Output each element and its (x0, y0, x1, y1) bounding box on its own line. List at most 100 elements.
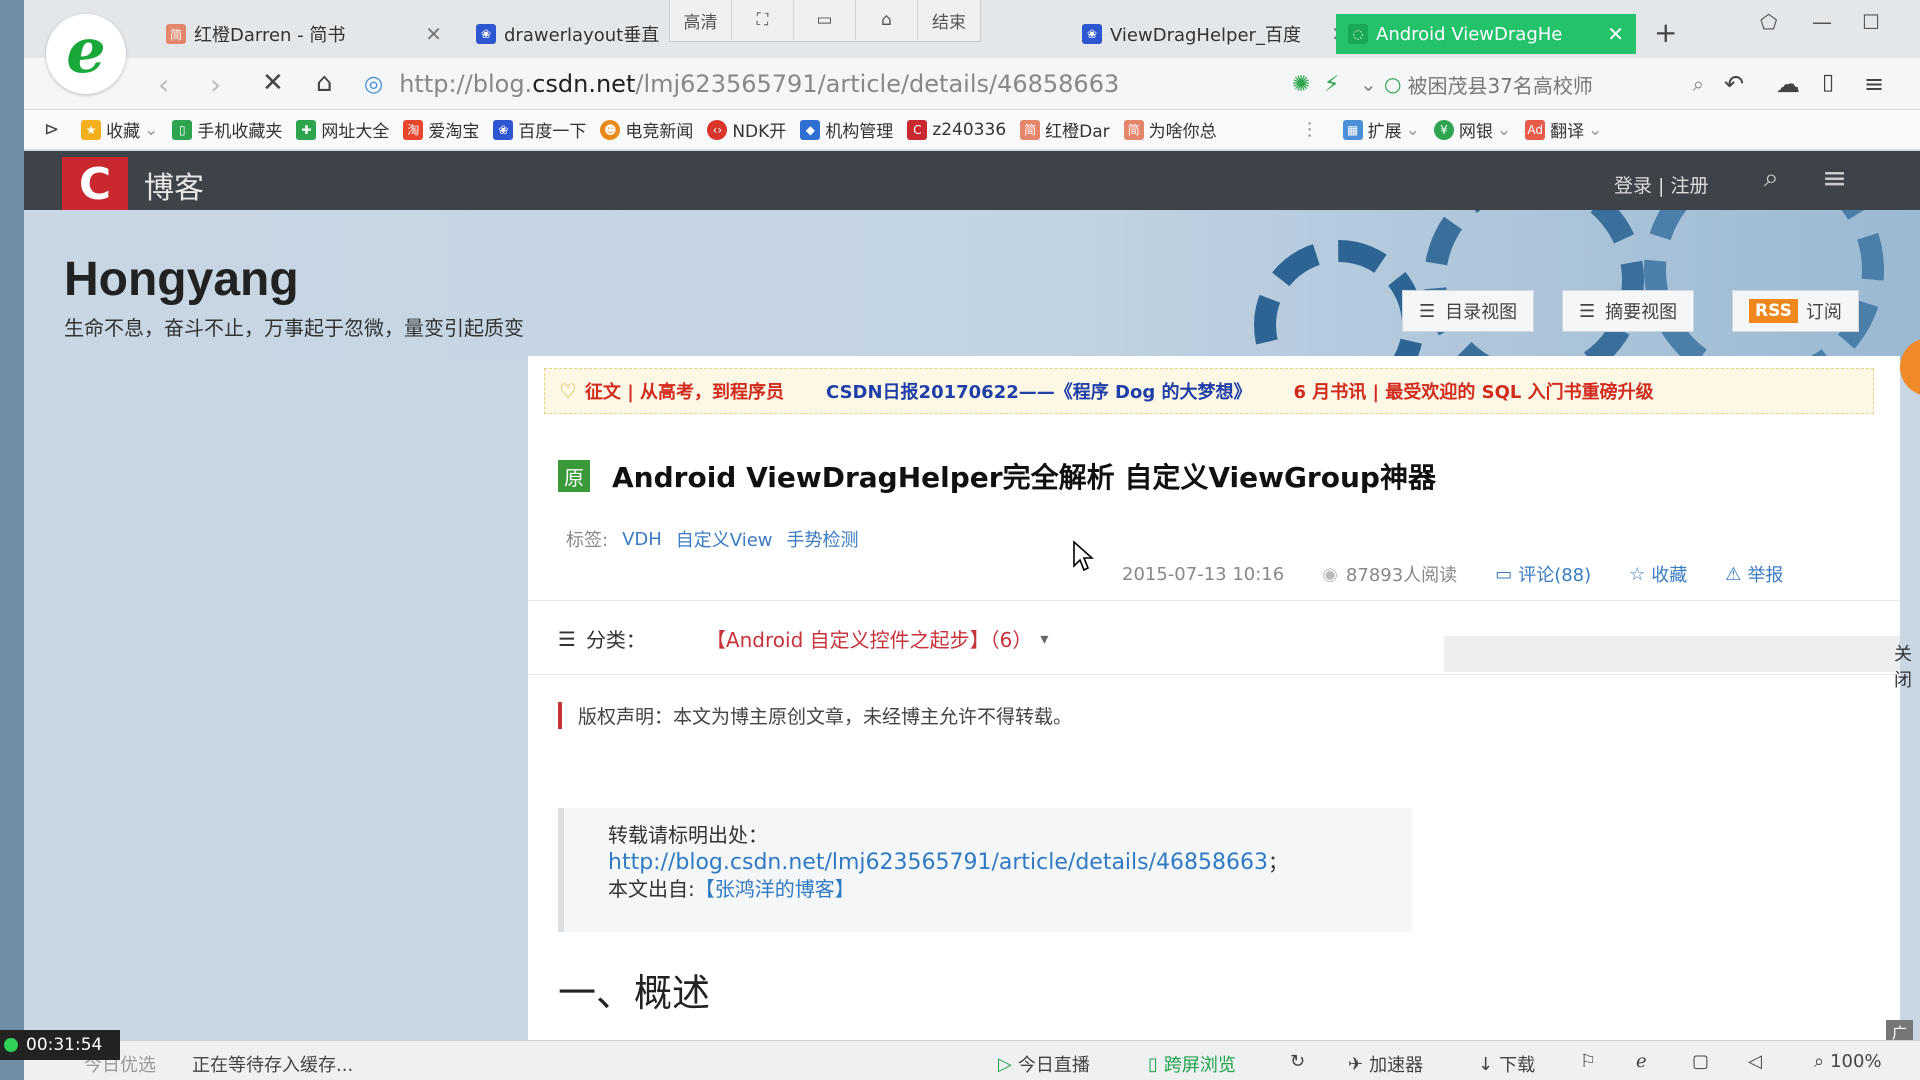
bookmark-label: 扩展 (1367, 122, 1402, 142)
back-icon[interactable]: ‹ (158, 68, 169, 101)
skin-icon[interactable]: ⬠ (1760, 10, 1777, 34)
tab-title: Android ViewDragHe (1376, 23, 1563, 45)
article-title[interactable]: Android ViewDragHelper完全解析 自定义ViewGroup神… (612, 456, 1436, 496)
cloud-icon[interactable]: ☁ (1776, 70, 1800, 98)
browser-logo-icon[interactable]: e (46, 14, 126, 94)
sidebar-icon[interactable]: ▯ (1822, 70, 1834, 95)
category-link[interactable]: 【Android 自定义控件之起步】（6） (706, 624, 1032, 653)
repost-url-link[interactable]: http://blog.csdn.net/lmj623565791/articl… (608, 850, 1268, 875)
cross-screen-link[interactable]: ▯ 跨屏浏览 (1148, 1051, 1236, 1077)
bookmark-item[interactable]: ✚ 网址大全 (296, 117, 389, 142)
close-ad-button[interactable]: 关闭 (1894, 640, 1912, 692)
zoom-control[interactable]: ⌕ 100% (1814, 1051, 1882, 1072)
menu-icon[interactable]: ≡ (1822, 161, 1847, 196)
notice-link[interactable]: 征文 | 从高考，到程序员 (585, 378, 784, 404)
tag-link[interactable]: 自定义View (676, 526, 773, 552)
menu-icon[interactable]: ≡ (1864, 70, 1884, 98)
tab-jianshu[interactable]: 简 红橙Darren - 简书 ✕ (154, 14, 454, 54)
forward-icon[interactable]: › (210, 68, 221, 101)
csdn-logo[interactable]: C (62, 157, 128, 211)
gear-decoration (1254, 240, 1424, 360)
bookmark-item[interactable]: 淘爱淘宝 (403, 117, 479, 142)
flag-icon[interactable]: ⚐ (1580, 1051, 1596, 1072)
baidu-paw-icon: ❀ (476, 24, 496, 44)
bookmark-item[interactable]: ☻ 电竞新闻 (600, 117, 693, 142)
volume-icon[interactable]: ◁ (1748, 1051, 1762, 1072)
bookmark-item[interactable]: ¥ 网银 ⌄ (1433, 117, 1511, 142)
region-select-icon[interactable]: ⛶ (732, 0, 794, 40)
tab-drawerlayout[interactable]: ❀ drawerlayout垂直 (464, 14, 704, 54)
blog-motto: 生命不息，奋斗不止，万事起于忽微，量变引起质变 (64, 316, 524, 340)
undo-icon[interactable]: ↶ (1724, 70, 1744, 98)
maximize-icon[interactable]: ☐ (1862, 10, 1880, 34)
search-field[interactable]: ○ 被困茂县37名高校师 ⌕ (1384, 66, 1704, 102)
close-icon[interactable]: ✕ (1597, 22, 1624, 46)
comments-link[interactable]: ▭ 评论(88) (1495, 561, 1591, 587)
phone-icon: ▯ (1148, 1053, 1158, 1075)
home-icon[interactable]: ⌂ (856, 0, 918, 40)
window-icon[interactable]: ▢ (1692, 1051, 1709, 1072)
rss-subscribe-button[interactable]: RSS 订阅 (1732, 290, 1859, 332)
end-recording-button[interactable]: 结束 (918, 0, 980, 40)
url-dropdown-icon[interactable]: ⌄ (1360, 72, 1377, 96)
tag-link[interactable]: VDH (622, 529, 662, 550)
notice-link[interactable]: CSDN日报20170622——《程序 Dog 的大梦想》 (826, 378, 1251, 404)
baidu-paw-icon: ❀ (493, 119, 514, 140)
chevron-down-icon: ⌄ (1405, 119, 1420, 140)
chevron-down-icon: ⌄ (144, 119, 159, 140)
bookmark-item[interactable]: ❀ 百度一下 (493, 117, 586, 142)
window-select-icon[interactable]: ▭ (794, 0, 856, 40)
more-icon[interactable]: ⋮ (1301, 119, 1319, 140)
bookmark-item[interactable]: Cz240336 (907, 119, 1006, 140)
refresh-icon[interactable]: ↻ (1290, 1051, 1305, 1072)
source-link[interactable]: 【张鸿洋的博客】 (695, 877, 855, 901)
bookmarks-toggle-icon[interactable]: ⊳ (44, 119, 59, 140)
search-icon[interactable]: ⌕ (1764, 163, 1779, 194)
catalog-view-button[interactable]: ☰ 目录视图 (1402, 290, 1535, 332)
tab-android-viewdraghelper[interactable]: ◌ Android ViewDragHe ✕ (1336, 14, 1636, 54)
search-icon[interactable]: ⌕ (1693, 72, 1704, 96)
chevron-down-icon[interactable]: ▾ (1040, 629, 1048, 648)
download-link[interactable]: ↓ 下载 (1478, 1051, 1535, 1077)
bookmark-item[interactable]: 简红橙Dar (1020, 117, 1110, 142)
close-icon[interactable]: ✕ (415, 22, 442, 46)
zoom-icon: ⌕ (1814, 1051, 1825, 1072)
tag-link[interactable]: 手势检测 (787, 526, 859, 552)
report-link[interactable]: ⚠ 举报 (1725, 561, 1783, 587)
quality-button[interactable]: 高清 (670, 0, 732, 40)
login-register-link[interactable]: 登录 | 注册 (1614, 171, 1708, 198)
bookmark-item[interactable]: Ad 翻译 ⌄ (1525, 117, 1602, 142)
bookmark-item[interactable]: ◆ 机构管理 (800, 117, 893, 142)
ie-icon[interactable]: ℯ (1636, 1051, 1647, 1072)
new-tab-icon[interactable]: + (1654, 16, 1677, 49)
bookmark-label: NDK开 (732, 122, 787, 142)
favorite-link[interactable]: ☆ 收藏 (1629, 561, 1687, 587)
notice-link[interactable]: 6 月书讯 | 最受欢迎的 SQL 入门书重磅升级 (1293, 378, 1653, 404)
accelerator-link[interactable]: ✈ 加速器 (1348, 1051, 1423, 1077)
tab-viewdraghelper-baidu[interactable]: ❀ ViewDragHelper_百度 ✕ (1070, 14, 1360, 54)
bookmark-item[interactable]: ‹› NDK开 (707, 117, 786, 142)
play-icon: ▷ (998, 1053, 1012, 1075)
home-icon[interactable]: ⌂ (316, 68, 333, 98)
bookmark-item[interactable]: ▦ 扩展 ⌄ (1342, 117, 1420, 142)
report-label: 举报 (1747, 565, 1784, 586)
bookmark-item[interactable]: ▯ 手机收藏夹 (172, 117, 282, 142)
read-count: ◉ 87893人阅读 (1322, 561, 1457, 587)
navigation-bar: ‹ › ✕ ⌂ ◎ http://blog.csdn.net/lmj623565… (24, 58, 1920, 110)
repost-url-suffix: ； (1268, 850, 1289, 874)
list-icon: ☰ (1419, 300, 1436, 322)
blog-label[interactable]: 博客 (144, 163, 204, 207)
address-field[interactable]: ◎ http://blog.csdn.net/lmj623565791/arti… (364, 64, 1364, 104)
summary-view-button[interactable]: ☰ 摘要视图 (1562, 290, 1695, 332)
speed-mode-icon[interactable]: ⚡ (1324, 72, 1339, 97)
minimize-icon[interactable]: — (1812, 10, 1832, 34)
refresh-status-icon[interactable]: ✺ (1292, 72, 1310, 97)
repost-label: 转载请标明出处： (608, 823, 768, 847)
bookmark-item[interactable]: 简为啥你总 (1123, 117, 1217, 142)
bookmark-label: 手机收藏夹 (197, 122, 283, 142)
section-heading: 一、概述 (558, 971, 711, 1015)
stop-icon[interactable]: ✕ (262, 68, 284, 98)
live-link[interactable]: ▷ 今日直播 (998, 1051, 1090, 1077)
site-info-icon[interactable]: ◎ (364, 72, 383, 97)
bookmark-item[interactable]: ★ 收藏 ⌄ (81, 117, 158, 142)
